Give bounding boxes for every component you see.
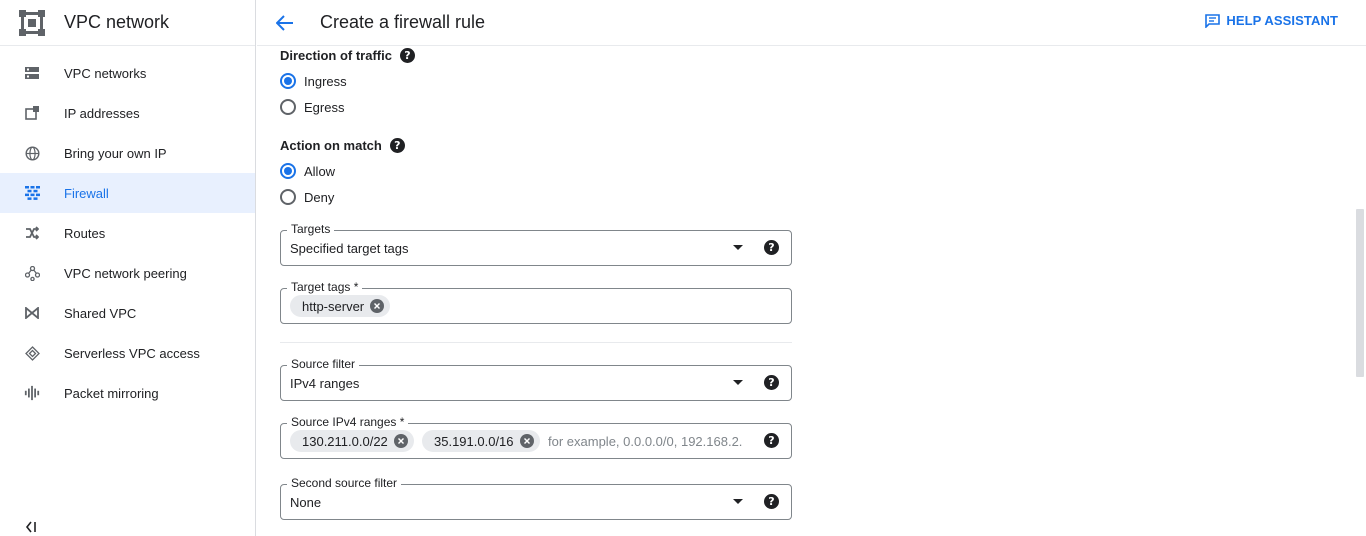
shared-vpc-icon	[24, 305, 40, 321]
help-icon[interactable]: ?	[764, 375, 779, 390]
radio-deny[interactable]: Deny	[280, 189, 334, 205]
action-label: Action on match ?	[280, 138, 405, 153]
field-label: Targets	[287, 222, 335, 236]
sidebar-item-label: VPC network peering	[64, 265, 187, 281]
radio-label: Ingress	[304, 73, 347, 89]
sidebar-item-label: Packet mirroring	[64, 385, 159, 401]
ip-range-chip: 130.211.0.0/22	[290, 430, 414, 452]
sidebar-item-label: Bring your own IP	[64, 145, 167, 161]
field-label: Source filter	[287, 357, 360, 371]
sidebar-item-routes[interactable]: Routes	[0, 213, 255, 253]
help-assistant-button[interactable]: HELP ASSISTANT	[1205, 13, 1338, 28]
page-title: Create a firewall rule	[320, 12, 486, 32]
help-icon[interactable]: ?	[399, 48, 415, 63]
radio-circle	[280, 189, 296, 205]
field-value: Specified target tags	[290, 241, 409, 256]
sidebar-header: VPC network	[0, 0, 255, 46]
remove-chip-icon[interactable]	[370, 299, 385, 313]
help-assistant-label: HELP ASSISTANT	[1226, 13, 1338, 28]
field-value: IPv4 ranges	[290, 376, 360, 391]
sidebar-item-bring-your-own-ip[interactable]: Bring your own IP	[0, 133, 255, 173]
sidebar-nav: VPC networks IP addresses Bring your own…	[0, 46, 255, 413]
globe-icon	[24, 145, 40, 161]
form-content: Direction of traffic ? Ingress Egress Ac…	[257, 46, 1354, 536]
chip-label: http-server	[302, 298, 365, 314]
radio-label: Deny	[304, 189, 335, 205]
targets-select[interactable]: Targets Specified target tags ?	[280, 222, 792, 266]
source-filter-select[interactable]: Source filter IPv4 ranges ?	[280, 357, 792, 401]
help-icon[interactable]: ?	[764, 494, 779, 509]
sidebar-item-packet-mirroring[interactable]: Packet mirroring	[0, 373, 255, 413]
firewall-icon	[24, 185, 40, 201]
field-label: Second source filter	[287, 476, 402, 490]
field-label: Target tags *	[287, 280, 363, 294]
dropdown-arrow-icon[interactable]	[733, 499, 743, 504]
radio-label: Egress	[304, 99, 345, 115]
ip-range-chip: 35.191.0.0/16	[422, 430, 540, 452]
radio-circle	[280, 99, 296, 115]
radio-label: Allow	[304, 163, 336, 179]
sidebar-item-serverless-vpc-access[interactable]: Serverless VPC access	[0, 333, 255, 373]
top-bar: Create a firewall rule HELP ASSISTANT	[257, 0, 1366, 46]
field-label: Source IPv4 ranges *	[287, 415, 409, 429]
ip-addresses-icon	[24, 105, 40, 121]
direction-label: Direction of traffic ?	[280, 48, 415, 63]
packet-mirroring-icon	[24, 385, 40, 401]
sidebar-item-ip-addresses[interactable]: IP addresses	[0, 93, 255, 133]
radio-egress[interactable]: Egress	[280, 99, 344, 115]
scrollbar[interactable]	[1356, 209, 1364, 377]
radio-allow[interactable]: Allow	[280, 163, 335, 179]
sidebar-item-firewall[interactable]: Firewall	[0, 173, 255, 213]
help-icon[interactable]: ?	[764, 240, 779, 255]
chip-label: 35.191.0.0/16	[434, 433, 514, 449]
sidebar-item-label: VPC networks	[64, 65, 147, 81]
remove-chip-icon[interactable]	[393, 434, 408, 448]
target-tags-field[interactable]: Target tags * http-server	[280, 280, 792, 324]
sidebar-item-label: Firewall	[64, 185, 109, 201]
chip-label: 130.211.0.0/22	[302, 433, 388, 449]
help-icon[interactable]: ?	[389, 138, 405, 153]
serverless-icon	[24, 345, 40, 361]
routes-icon	[24, 225, 40, 241]
remove-chip-icon[interactable]	[519, 434, 534, 448]
help-icon[interactable]: ?	[764, 433, 779, 448]
sidebar-item-label: Routes	[64, 225, 106, 241]
sidebar-item-label: Serverless VPC access	[64, 345, 200, 361]
sidebar-item-vpc-network-peering[interactable]: VPC network peering	[0, 253, 255, 293]
product-title: VPC network	[64, 12, 170, 32]
collapse-sidebar-icon[interactable]	[24, 520, 40, 534]
divider	[280, 342, 792, 343]
feedback-icon	[1205, 13, 1221, 28]
ip-range-input-placeholder[interactable]: for example, 0.0.0.0/0, 192.168.2.	[548, 434, 746, 449]
action-label-text: Action on match	[280, 138, 382, 153]
vpc-network-logo-icon	[18, 9, 46, 37]
sidebar-item-label: Shared VPC	[64, 305, 137, 321]
radio-ingress[interactable]: Ingress	[280, 73, 347, 89]
arrow-back-icon[interactable]	[273, 11, 297, 35]
sidebar-item-shared-vpc[interactable]: Shared VPC	[0, 293, 255, 333]
vpc-networks-icon	[24, 65, 40, 81]
dropdown-arrow-icon[interactable]	[733, 380, 743, 385]
sidebar-item-vpc-networks[interactable]: VPC networks	[0, 53, 255, 93]
radio-circle	[280, 73, 296, 89]
radio-circle	[280, 163, 296, 179]
direction-label-text: Direction of traffic	[280, 48, 392, 63]
dropdown-arrow-icon[interactable]	[733, 245, 743, 250]
sidebar-item-label: IP addresses	[64, 105, 140, 121]
second-source-filter-select[interactable]: Second source filter None ?	[280, 476, 792, 520]
peering-icon	[24, 265, 40, 281]
field-value: None	[290, 495, 322, 510]
sidebar: VPC network VPC networks IP addresses Br…	[0, 0, 256, 536]
tag-chip: http-server	[290, 295, 391, 317]
source-ipv4-ranges-field[interactable]: Source IPv4 ranges * 130.211.0.0/22 35.1…	[280, 415, 792, 459]
